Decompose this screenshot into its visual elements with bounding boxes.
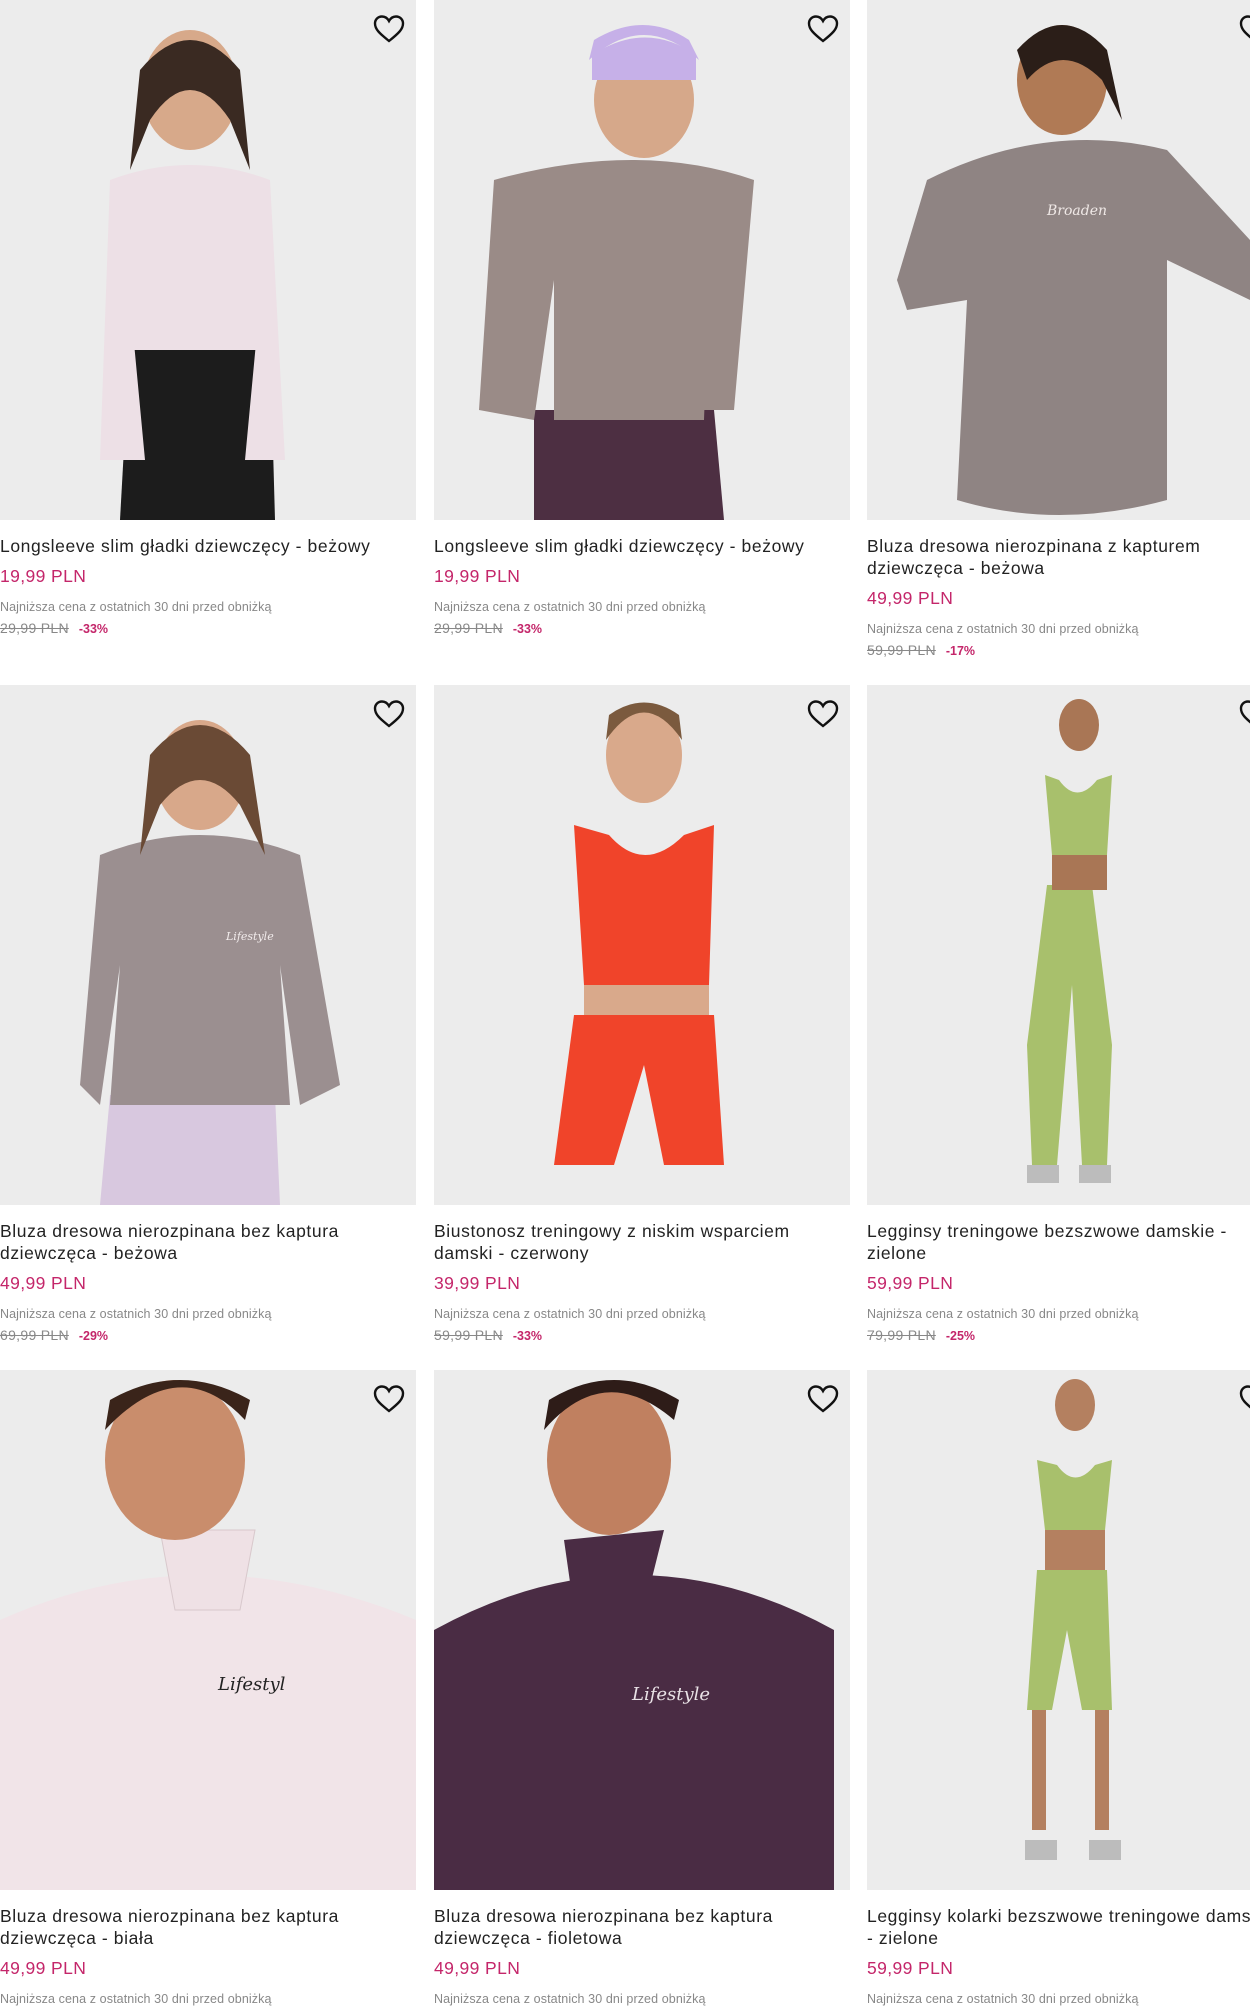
old-price-row: 29,99 PLN -33% (434, 620, 850, 636)
old-price-row: 29,99 PLN -33% (0, 620, 416, 636)
product-image[interactable]: Broaden (867, 0, 1250, 520)
product-image[interactable] (434, 0, 850, 520)
product-name[interactable]: Bluza dresowa nierozpinana bez kaptura d… (0, 1220, 416, 1264)
old-price-row: 69,99 PLN -29% (0, 1327, 416, 1343)
product-name[interactable]: Bluza dresowa nierozpinana bez kaptura d… (0, 1905, 416, 1949)
old-price: 29,99 PLN (434, 620, 503, 636)
product-photo (479, 25, 754, 520)
product-price: 49,99 PLN (434, 1958, 521, 1978)
add-to-wishlist-button[interactable] (806, 1382, 840, 1416)
product-photo (554, 702, 724, 1165)
product-price: 59,99 PLN (867, 1273, 954, 1293)
product-photo (1027, 699, 1112, 1183)
product-name[interactable]: Legginsy kolarki bezszwowe treningowe da… (867, 1905, 1250, 1949)
lowest-price-note: Najniższa cena z ostatnich 30 dni przed … (0, 1992, 272, 2006)
svg-text:Lifestyle: Lifestyle (225, 930, 274, 943)
add-to-wishlist-button[interactable] (1238, 1382, 1250, 1416)
product-price: 19,99 PLN (434, 566, 521, 586)
discount-badge: -33% (512, 1329, 543, 1343)
product-price: 49,99 PLN (0, 1273, 87, 1293)
old-price-row: 59,99 PLN -33% (434, 1327, 850, 1343)
heart-outline-icon (373, 15, 405, 43)
old-price-row: 79,99 PLN -25% (867, 1327, 1250, 1343)
lowest-price-note: Najniższa cena z ostatnich 30 dni przed … (867, 622, 1139, 636)
discount-badge: -29% (78, 1329, 109, 1343)
product-card[interactable]: Legginsy treningowe bezszwowe damskie - … (867, 685, 1250, 1343)
add-to-wishlist-button[interactable] (372, 12, 406, 46)
lowest-price-note: Najniższa cena z ostatnich 30 dni przed … (867, 1992, 1139, 2006)
heart-outline-icon (807, 1385, 839, 1413)
svg-text:Lifestyl: Lifestyl (217, 1674, 286, 1695)
product-card[interactable]: Legginsy kolarki bezszwowe treningowe da… (867, 1370, 1250, 2006)
product-name[interactable]: Longsleeve slim gładki dziewczęcy - beżo… (434, 535, 850, 557)
add-to-wishlist-button[interactable] (1238, 697, 1250, 731)
old-price: 69,99 PLN (0, 1327, 69, 1343)
product-name[interactable]: Longsleeve slim gładki dziewczęcy - beżo… (0, 535, 416, 557)
product-image[interactable] (867, 1370, 1250, 1890)
product-image[interactable]: Lifestyl (0, 1370, 416, 1890)
add-to-wishlist-button[interactable] (1238, 12, 1250, 46)
old-price-row: 59,99 PLN -17% (867, 642, 1250, 658)
product-card[interactable]: Longsleeve slim gładki dziewczęcy - beżo… (434, 0, 850, 636)
lowest-price-note: Najniższa cena z ostatnich 30 dni przed … (434, 1992, 706, 2006)
heart-outline-icon (807, 15, 839, 43)
product-price: 19,99 PLN (0, 566, 87, 586)
svg-text:Broaden: Broaden (1046, 203, 1107, 219)
old-price: 59,99 PLN (867, 642, 936, 658)
product-image[interactable] (0, 0, 416, 520)
product-price: 59,99 PLN (867, 1958, 954, 1978)
product-image[interactable] (434, 685, 850, 1205)
heart-outline-icon (1239, 700, 1250, 724)
add-to-wishlist-button[interactable] (806, 697, 840, 731)
product-photo: Lifestyle (80, 720, 340, 1205)
product-photo: Lifestyle (434, 1380, 834, 1890)
product-photo: Broaden (897, 25, 1250, 515)
product-card[interactable]: Lifestyl Bluza dresowa nierozpinana bez … (0, 1370, 416, 2006)
product-card[interactable]: Lifestyle Bluza dresowa nierozpinana bez… (434, 1370, 850, 2006)
product-card[interactable]: Longsleeve slim gładki dziewczęcy - beżo… (0, 0, 416, 636)
product-name[interactable]: Bluza dresowa nierozpinana z kapturem dz… (867, 535, 1250, 579)
product-image[interactable]: Lifestyle (0, 685, 416, 1205)
product-name[interactable]: Biustonosz treningowy z niskim wsparciem… (434, 1220, 850, 1264)
discount-badge: -25% (945, 1329, 976, 1343)
product-price: 39,99 PLN (434, 1273, 521, 1293)
product-card[interactable]: Lifestyle Bluza dresowa nierozpinana bez… (0, 685, 416, 1343)
product-card[interactable]: Biustonosz treningowy z niskim wsparciem… (434, 685, 850, 1343)
product-photo (100, 30, 285, 520)
product-card[interactable]: Broaden Bluza dresowa nierozpinana z kap… (867, 0, 1250, 658)
add-to-wishlist-button[interactable] (372, 697, 406, 731)
lowest-price-note: Najniższa cena z ostatnich 30 dni przed … (434, 600, 706, 614)
product-image[interactable]: Lifestyle (434, 1370, 850, 1890)
product-price: 49,99 PLN (867, 588, 954, 608)
lowest-price-note: Najniższa cena z ostatnich 30 dni przed … (434, 1307, 706, 1321)
add-to-wishlist-button[interactable] (806, 12, 840, 46)
product-name[interactable]: Bluza dresowa nierozpinana bez kaptura d… (434, 1905, 850, 1949)
lowest-price-note: Najniższa cena z ostatnich 30 dni przed … (0, 600, 272, 614)
old-price: 59,99 PLN (434, 1327, 503, 1343)
lowest-price-note: Najniższa cena z ostatnich 30 dni przed … (867, 1307, 1139, 1321)
heart-outline-icon (373, 700, 405, 728)
discount-badge: -33% (512, 622, 543, 636)
product-image[interactable] (867, 685, 1250, 1205)
lowest-price-note: Najniższa cena z ostatnich 30 dni przed … (0, 1307, 272, 1321)
product-photo: Lifestyl (0, 1380, 416, 1890)
discount-badge: -17% (945, 644, 976, 658)
product-price: 49,99 PLN (0, 1958, 87, 1978)
heart-outline-icon (1239, 15, 1250, 39)
heart-outline-icon (373, 1385, 405, 1413)
discount-badge: -33% (78, 622, 109, 636)
add-to-wishlist-button[interactable] (372, 1382, 406, 1416)
product-name[interactable]: Legginsy treningowe bezszwowe damskie - … (867, 1220, 1250, 1264)
heart-outline-icon (807, 700, 839, 728)
svg-text:Lifestyle: Lifestyle (631, 1684, 710, 1705)
old-price: 79,99 PLN (867, 1327, 936, 1343)
heart-outline-icon (1239, 1385, 1250, 1409)
old-price: 29,99 PLN (0, 620, 69, 636)
product-photo (1025, 1379, 1121, 1860)
